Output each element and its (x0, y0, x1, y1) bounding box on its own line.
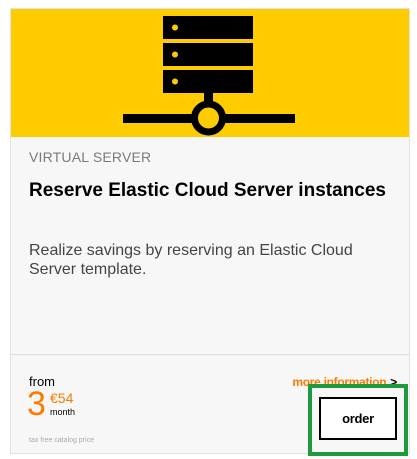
product-category: VIRTUAL SERVER (29, 149, 152, 165)
server-network-icon (123, 16, 295, 136)
card-banner (11, 9, 409, 137)
price-cents: €54 (50, 390, 74, 406)
product-description: Realize savings by reserving an Elastic … (29, 242, 353, 278)
price-integer: 3 (27, 385, 46, 423)
tax-note: tax free catalog price (29, 437, 94, 444)
card-divider (11, 354, 409, 355)
order-button[interactable]: order (319, 397, 397, 440)
product-title: Reserve Elastic Cloud Server instances (29, 180, 386, 201)
price-unit: month (50, 407, 76, 417)
price: 3 €54 month (27, 385, 75, 423)
